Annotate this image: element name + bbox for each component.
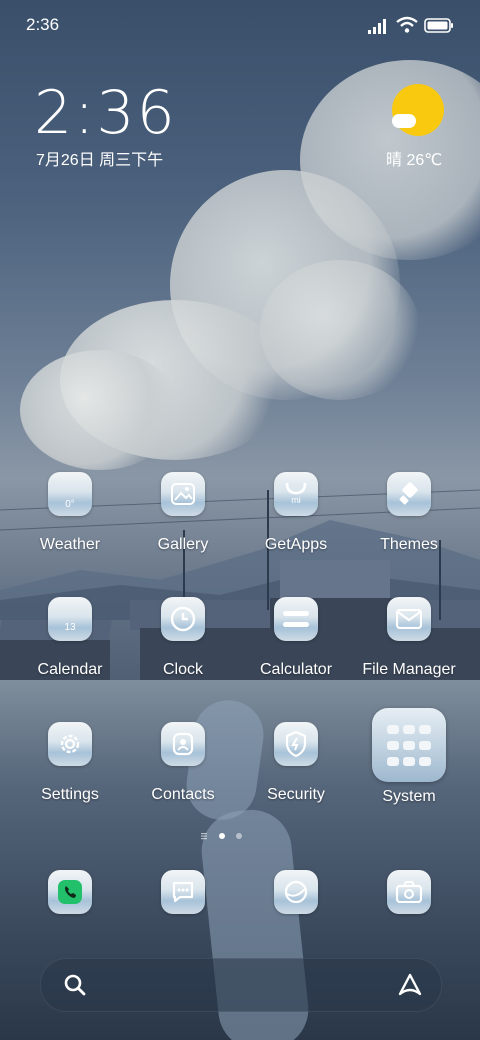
camera-icon [396, 881, 422, 903]
contacts-icon [161, 722, 205, 766]
app-label: GetApps [264, 536, 328, 553]
folder-app-icon [387, 757, 399, 766]
clock-icon [161, 597, 205, 641]
signal-icon [368, 19, 386, 34]
folder-label: System [382, 788, 436, 805]
page-indicator[interactable] [200, 831, 280, 841]
clock-widget-time[interactable]: 2:36 [34, 78, 177, 148]
dock-messages[interactable] [161, 870, 205, 914]
page-dot-active [219, 833, 225, 839]
weather-icon: 0° [48, 472, 92, 516]
battery-icon [424, 18, 453, 33]
app-label: Contacts [151, 786, 215, 803]
status-bar: 2:36 [0, 0, 480, 52]
getapps-badge: mi [291, 495, 301, 505]
app-calendar[interactable]: 13 Calendar [14, 597, 126, 697]
folder-app-icon [387, 741, 399, 750]
app-themes[interactable]: Themes [353, 472, 465, 572]
system-folder[interactable] [372, 708, 446, 782]
folder-app-icon [403, 757, 415, 766]
cloud-icon [392, 114, 416, 128]
app-contacts[interactable]: Contacts [127, 722, 239, 822]
dock-camera[interactable] [387, 870, 431, 914]
search-bar[interactable] [40, 958, 442, 1012]
app-label: File Manager [362, 661, 456, 678]
folder-app-icon [419, 741, 431, 750]
folder-app-icon [419, 725, 431, 734]
file-manager-icon [387, 597, 431, 641]
getapps-icon: mi [274, 472, 318, 516]
weather-icon-badge: 0° [65, 498, 75, 510]
folder-app-icon [387, 725, 399, 734]
themes-icon [387, 472, 431, 516]
dock-phone[interactable] [48, 870, 92, 914]
app-file-manager[interactable]: File Manager [353, 597, 465, 697]
app-label: Gallery [157, 536, 209, 553]
weather-widget-text[interactable]: 晴 26℃ [386, 146, 442, 170]
wifi-icon [396, 16, 418, 33]
app-label: Clock [162, 661, 203, 678]
app-label: Weather [39, 536, 101, 553]
page-dot [236, 833, 242, 839]
settings-icon [48, 722, 92, 766]
sun-icon[interactable] [392, 84, 444, 136]
status-time: 2:36 [26, 15, 60, 34]
clock-widget-date[interactable]: 7月26日 周三下午 [36, 146, 163, 170]
calendar-icon: 13 [48, 597, 92, 641]
app-weather[interactable]: 0° Weather [14, 472, 126, 572]
gallery-icon [161, 472, 205, 516]
folder-app-icon [403, 725, 415, 734]
app-clock[interactable]: Clock [127, 597, 239, 697]
app-getapps[interactable]: mi GetApps [240, 472, 352, 572]
folder-app-icon [419, 757, 431, 766]
app-security[interactable]: Security [240, 722, 352, 822]
app-settings[interactable]: Settings [14, 722, 126, 822]
dock-browser[interactable] [274, 870, 318, 914]
app-calculator[interactable]: Calculator [240, 597, 352, 697]
app-label: Calendar [37, 661, 103, 678]
app-gallery[interactable]: Gallery [127, 472, 239, 572]
app-label: Calculator [259, 661, 333, 678]
folder-app-icon [403, 741, 415, 750]
assistant-icon[interactable] [397, 972, 423, 998]
app-label: Themes [380, 536, 438, 553]
messages-icon [172, 881, 194, 903]
calendar-day: 13 [64, 621, 76, 633]
search-icon[interactable] [63, 973, 87, 997]
calculator-icon [274, 597, 318, 641]
browser-icon [284, 880, 308, 904]
app-label: Security [267, 786, 325, 803]
menu-lines-icon [201, 833, 207, 840]
app-label: Settings [41, 786, 99, 803]
phone-icon [58, 880, 82, 904]
security-icon [274, 722, 318, 766]
